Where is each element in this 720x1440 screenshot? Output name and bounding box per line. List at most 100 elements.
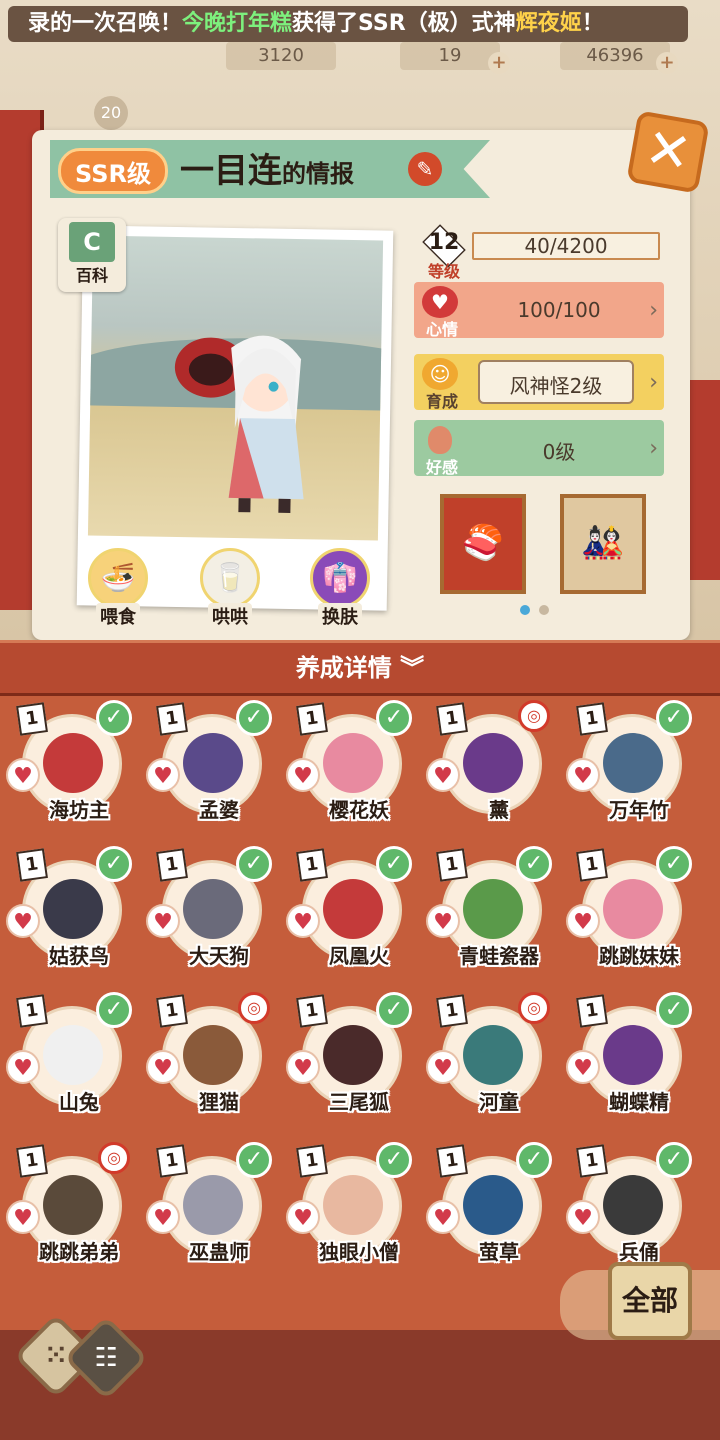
shikigami-name: 青蛙瓷器 — [459, 944, 539, 968]
shikigami-card[interactable]: 1 ✓ ♥ 三尾狐 — [284, 992, 412, 1122]
shikigami-card[interactable]: 1 ✓ ♥ 孟婆 — [144, 700, 272, 830]
level-badge: 1 — [436, 1144, 468, 1178]
shikigami-card[interactable]: 1 ✓ ♥ 蝴蝶精 — [564, 992, 692, 1122]
shikigami-face — [323, 733, 383, 793]
shikigami-card[interactable]: 1 ✓ ♥ 姑获鸟 — [4, 846, 132, 976]
skin-button[interactable]: 👘 换肤 — [308, 548, 372, 629]
nurture-row[interactable]: ☺ 育成 风神怪2级 › — [414, 354, 664, 411]
level-badge: 1 — [436, 702, 468, 736]
photo-scene — [87, 235, 384, 541]
check-icon: ✓ — [516, 846, 552, 882]
shikigami-card[interactable]: 1 ✓ ♥ 巫蛊师 — [144, 1142, 272, 1272]
check-icon: ✓ — [656, 992, 692, 1028]
details-toggle-bar[interactable]: 养成详情 ︾ — [0, 640, 720, 696]
heart-icon: ♥ — [426, 1200, 460, 1234]
status-circle-icon: ◎ — [98, 1142, 130, 1174]
nurture-label: 育成 — [425, 392, 458, 411]
heart-icon: ♥ — [6, 758, 40, 792]
affection-label: 好感 — [425, 458, 458, 477]
shikigami-name: 海坊主 — [49, 798, 109, 822]
marquee-text: ！ — [581, 11, 604, 36]
shikigami-name: 薰 — [489, 798, 509, 822]
noodle-bowl-icon: 🍜 — [88, 548, 148, 608]
nurture-box: 风神怪2级 — [478, 360, 634, 404]
check-icon: ✓ — [656, 700, 692, 736]
milk-carton-icon: 🥛 — [200, 548, 260, 608]
nurture-value: 风神怪2级 — [509, 374, 603, 398]
shikigami-face — [323, 1175, 383, 1235]
shikigami-card[interactable]: 1 ✓ ♥ 大天狗 — [144, 846, 272, 976]
check-icon: ✓ — [376, 992, 412, 1028]
favorite-item-card[interactable]: 🎎 — [560, 494, 646, 594]
shikigami-card[interactable]: 1 ✓ ♥ 樱花妖 — [284, 700, 412, 830]
add-resource-2-button[interactable]: + — [488, 52, 510, 74]
shikigami-card[interactable]: 1 ✓ ♥ 凤凰火 — [284, 846, 412, 976]
level-badge: 1 — [296, 1144, 328, 1178]
level-badge: 1 — [576, 1144, 608, 1178]
heart-icon: ♥ — [146, 1200, 180, 1234]
chevron-right-icon: › — [649, 298, 658, 323]
shikigami-card[interactable]: 1 ✓ ♥ 萤草 — [424, 1142, 552, 1272]
shikigami-name: 孟婆 — [199, 798, 239, 822]
exp-value: 40/4200 — [524, 234, 608, 258]
shikigami-card[interactable]: 1 ◎ ♥ 狸猫 — [144, 992, 270, 1122]
feed-button[interactable]: 🍜 喂食 — [86, 548, 150, 629]
shikigami-character — [174, 335, 304, 513]
shikigami-face — [43, 1175, 103, 1235]
marquee-shikigami-name: 辉夜姬 — [515, 11, 582, 36]
encyclopedia-button[interactable]: C 百科 — [58, 218, 126, 292]
shikigami-name: 山兔 — [59, 1090, 99, 1114]
shikigami-card[interactable]: 1 ◎ ♥ 薰 — [424, 700, 550, 830]
level-badge: 1 — [16, 702, 48, 736]
mood-label: 心情 — [425, 320, 458, 339]
heart-icon: ♥ — [566, 904, 600, 938]
shikigami-card[interactable]: 1 ✓ ♥ 万年竹 — [564, 700, 692, 830]
list-icon: ☷ — [94, 1343, 118, 1373]
level-badge: 1 — [296, 848, 328, 882]
shikigami-face — [463, 1025, 523, 1085]
kimono-icon: 👘 — [310, 548, 370, 608]
page-indicator — [518, 600, 551, 619]
add-resource-3-button[interactable]: + — [656, 52, 678, 74]
marquee-text: 获得了SSR（极）式神 — [292, 11, 516, 36]
mood-row[interactable]: ♥ 心情 100/100 › — [414, 282, 664, 339]
coax-button[interactable]: 🥛 哄哄 — [198, 548, 262, 629]
edit-icon[interactable]: ✎ — [408, 152, 442, 186]
rarity-badge: SSR级 — [58, 148, 168, 194]
shikigami-card[interactable]: 1 ◎ ♥ 跳跳弟弟 — [4, 1142, 130, 1272]
heart-icon: ♥ — [286, 758, 320, 792]
check-icon: ✓ — [236, 1142, 272, 1178]
check-icon: ✓ — [376, 700, 412, 736]
affection-row[interactable]: 好感 0级 › — [414, 420, 664, 477]
level-row: 12 等级 40/4200 — [414, 224, 664, 282]
details-label: 养成详情 — [295, 654, 392, 682]
level-badge: 1 — [576, 702, 608, 736]
shikigami-card[interactable]: 1 ✓ ♥ 青蛙瓷器 — [424, 846, 552, 976]
shikigami-name: 巫蛊师 — [189, 1240, 249, 1264]
egg-icon — [428, 426, 452, 454]
shikigami-face — [463, 1175, 523, 1235]
shikigami-card[interactable]: 1 ✓ ♥ 独眼小僧 — [284, 1142, 412, 1272]
check-icon: ✓ — [656, 846, 692, 882]
filter-all-button[interactable]: 全部 — [608, 1262, 692, 1340]
shikigami-card[interactable]: 1 ✓ ♥ 海坊主 — [4, 700, 132, 830]
shikigami-card[interactable]: 1 ✓ ♥ 山兔 — [4, 992, 132, 1122]
check-icon: ✓ — [236, 846, 272, 882]
shikigami-card[interactable]: 1 ✓ ♥ 跳跳妹妹 — [564, 846, 692, 976]
level-badge: 1 — [576, 994, 608, 1028]
shikigami-name: 樱花妖 — [329, 798, 389, 822]
smile-icon: ☺ — [422, 358, 458, 390]
favorite-food-card[interactable]: 🍣 — [440, 494, 526, 594]
shikigami-face — [183, 1175, 243, 1235]
resource-1: 3120 — [226, 42, 336, 70]
close-button[interactable]: ✕ — [626, 110, 710, 194]
shikigami-face — [463, 879, 523, 939]
heart-icon: ♥ — [6, 1050, 40, 1084]
shikigami-name: 河童 — [479, 1090, 519, 1114]
shikigami-card[interactable]: 1 ◎ ♥ 河童 — [424, 992, 550, 1122]
shikigami-face — [603, 879, 663, 939]
shikigami-card[interactable]: 1 ✓ ♥ 兵俑 — [564, 1142, 692, 1272]
panel-title: 一目连的情报 — [180, 148, 354, 194]
shikigami-face — [43, 1025, 103, 1085]
level-badge: 1 — [16, 848, 48, 882]
